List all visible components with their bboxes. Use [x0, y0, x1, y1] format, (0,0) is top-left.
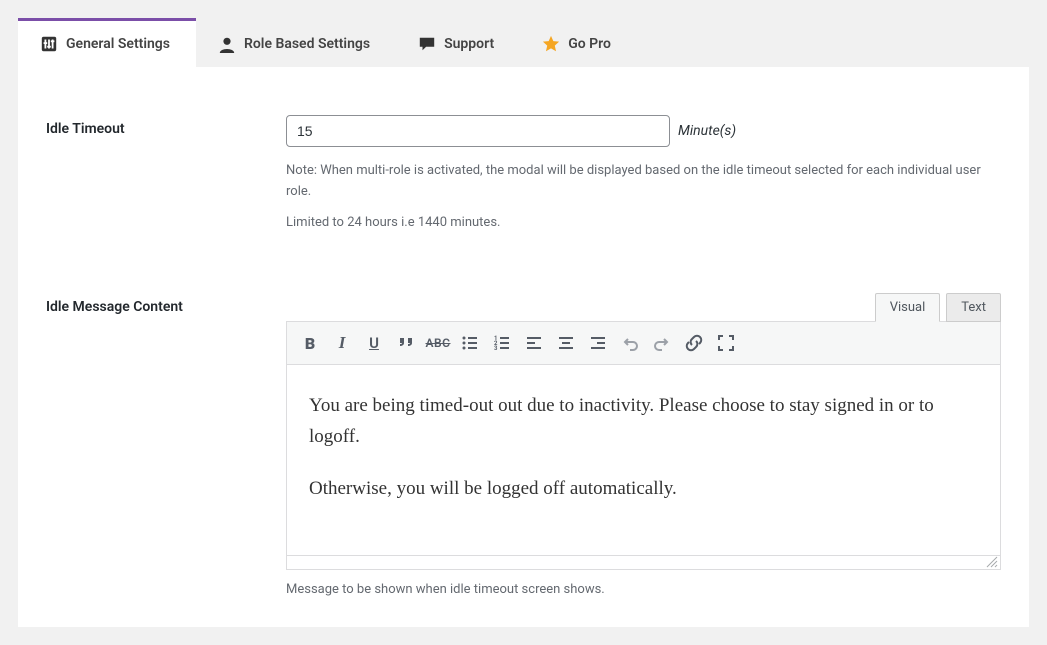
idle-timeout-suffix: Minute(s) — [678, 123, 736, 139]
settings-panel: Idle Timeout Minute(s) Note: When multi-… — [18, 67, 1029, 627]
field-idle-message: Idle Message Content Visual Text B I U A… — [46, 293, 1001, 597]
idle-timeout-input[interactable] — [286, 115, 670, 147]
idle-timeout-body: Minute(s) Note: When multi-role is activ… — [286, 115, 1001, 243]
idle-message-paragraph-2: Otherwise, you will be logged off automa… — [309, 474, 978, 504]
numbered-list-button[interactable]: 123 — [487, 328, 517, 358]
editor-toolbar: B I U ABC 123 — [287, 322, 1000, 365]
idle-timeout-note-1: Note: When multi-role is activated, the … — [286, 161, 1001, 203]
tab-support[interactable]: Support — [396, 18, 520, 67]
tab-go-pro[interactable]: Go Pro — [520, 18, 637, 67]
field-idle-timeout: Idle Timeout Minute(s) Note: When multi-… — [46, 115, 1001, 243]
tab-gopro-label: Go Pro — [568, 36, 611, 52]
underline-button[interactable]: U — [359, 328, 389, 358]
idle-message-paragraph-1: You are being timed-out out due to inact… — [309, 391, 978, 452]
fullscreen-button[interactable] — [711, 328, 741, 358]
idle-message-description: Message to be shown when idle timeout sc… — [286, 582, 1001, 597]
tab-general-settings[interactable]: General Settings — [18, 18, 196, 67]
tabs-container: General Settings Role Based Settings Sup… — [0, 0, 1047, 67]
editor-box: B I U ABC 123 — [286, 321, 1001, 570]
tab-support-label: Support — [444, 36, 494, 52]
undo-button[interactable] — [615, 328, 645, 358]
bullet-list-button[interactable] — [455, 328, 485, 358]
idle-timeout-label: Idle Timeout — [46, 115, 286, 137]
idle-message-label: Idle Message Content — [46, 293, 286, 315]
idle-message-body: Visual Text B I U ABC — [286, 293, 1001, 597]
blockquote-button[interactable] — [391, 328, 421, 358]
editor-mode-tabs: Visual Text — [286, 293, 1001, 322]
tabs-list: General Settings Role Based Settings Sup… — [18, 18, 1047, 67]
wysiwyg-editor: Visual Text B I U ABC — [286, 293, 1001, 570]
editor-tab-visual[interactable]: Visual — [875, 293, 941, 322]
idle-timeout-note-2: Limited to 24 hours i.e 1440 minutes. — [286, 213, 1001, 234]
tab-general-label: General Settings — [66, 36, 170, 52]
link-button[interactable] — [679, 328, 709, 358]
align-left-button[interactable] — [519, 328, 549, 358]
redo-button[interactable] — [647, 328, 677, 358]
tab-role-based-settings[interactable]: Role Based Settings — [196, 18, 396, 67]
sliders-icon — [40, 35, 58, 53]
tab-role-label: Role Based Settings — [244, 36, 370, 52]
resize-grip-icon[interactable] — [986, 556, 998, 568]
user-icon — [218, 35, 236, 53]
svg-text:3: 3 — [494, 345, 498, 352]
align-center-button[interactable] — [551, 328, 581, 358]
editor-content-area[interactable]: You are being timed-out out due to inact… — [287, 365, 1000, 555]
strikethrough-button[interactable]: ABC — [423, 328, 453, 358]
editor-tab-text[interactable]: Text — [946, 293, 1001, 322]
italic-button[interactable]: I — [327, 328, 357, 358]
idle-timeout-input-row: Minute(s) — [286, 115, 1001, 147]
strikethrough-label: ABC — [426, 336, 451, 350]
comment-icon — [418, 35, 436, 53]
bold-button[interactable]: B — [295, 328, 325, 358]
align-right-button[interactable] — [583, 328, 613, 358]
star-icon — [542, 35, 560, 53]
editor-statusbar — [287, 555, 1000, 569]
